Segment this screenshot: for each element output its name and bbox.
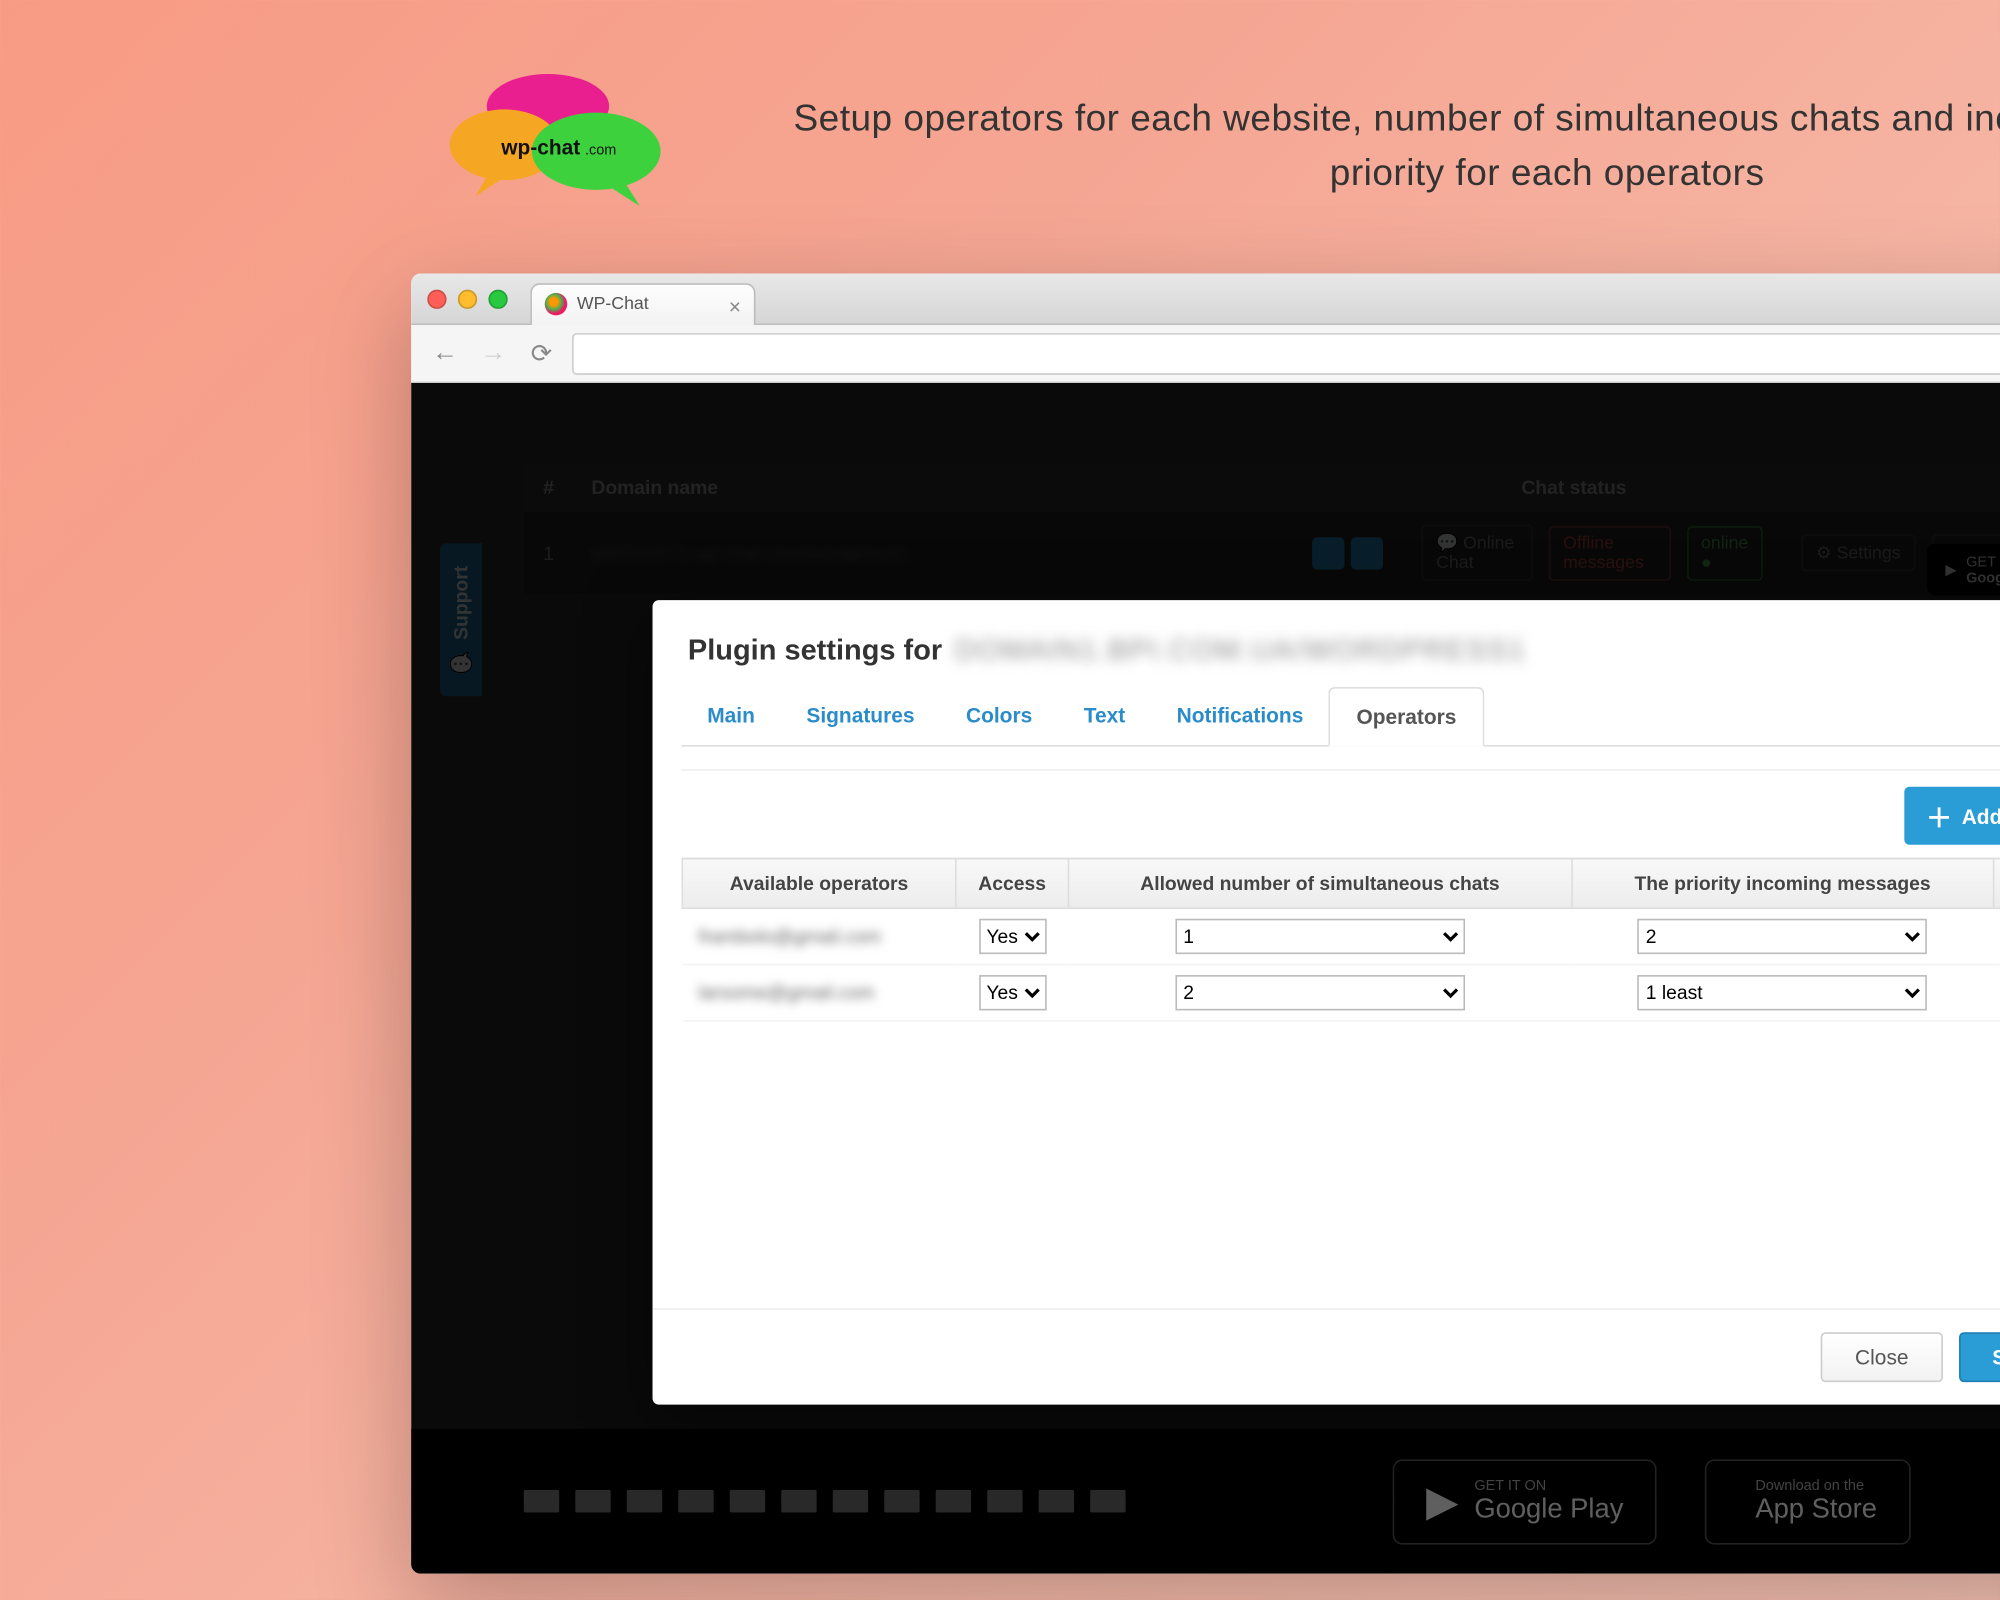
access-select[interactable]: Yes <box>978 975 1046 1010</box>
th-priority: The priority incoming messages <box>1571 858 1993 908</box>
add-user-button[interactable]: ＋ Add user <box>1904 787 2000 845</box>
operator-email: larsome@gmail.com <box>698 981 874 1004</box>
plugin-settings-modal: Plugin settings for DOMAIN1.BPI.COM.UA/W… <box>653 600 2000 1405</box>
wp-chat-logo: wp-chat .com <box>411 64 685 225</box>
th-actions <box>1994 858 2000 908</box>
chats-select[interactable]: 2 <box>1175 975 1465 1010</box>
settings-tabs: Main Signatures Colors Text Notification… <box>681 687 2000 747</box>
logo-text: wp-chat <box>500 136 580 159</box>
browser-window: WP-Chat × ⤢ ← → ⟳ 💬 Support ＋ Add new si… <box>411 274 2000 1574</box>
page-header: wp-chat .com Setup operators for each we… <box>379 64 2000 273</box>
table-row: frambolo@gmail.com Yes 1 2 <box>682 908 2000 964</box>
priority-select[interactable]: 1 least <box>1638 975 1928 1010</box>
tab-title: WP-Chat <box>577 294 649 313</box>
tab-notifications[interactable]: Notifications <box>1151 687 1329 745</box>
table-row: larsome@gmail.com Yes 2 1 least <box>682 965 2000 1021</box>
browser-nav-bar: ← → ⟳ <box>411 325 2000 383</box>
forward-button[interactable]: → <box>476 335 511 370</box>
browser-tab[interactable]: WP-Chat × <box>530 282 755 324</box>
address-bar[interactable] <box>572 332 2000 374</box>
tab-main[interactable]: Main <box>681 687 780 745</box>
svg-text:.com: .com <box>585 142 616 158</box>
tab-signatures[interactable]: Signatures <box>781 687 941 745</box>
reload-button[interactable]: ⟳ <box>524 335 559 370</box>
modal-title-prefix: Plugin settings for <box>688 633 942 667</box>
chats-select[interactable]: 1 <box>1175 919 1465 954</box>
th-operators: Available operators <box>682 858 956 908</box>
access-select[interactable]: Yes <box>978 919 1046 954</box>
tab-operators[interactable]: Operators <box>1329 687 1484 747</box>
close-button[interactable]: Close <box>1821 1332 1942 1382</box>
th-access: Access <box>956 858 1069 908</box>
app-viewport: 💬 Support ＋ Add new site # Domain name C… <box>411 383 2000 1574</box>
save-button[interactable]: Save <box>1958 1332 2000 1382</box>
back-button[interactable]: ← <box>427 335 462 370</box>
tab-text[interactable]: Text <box>1058 687 1151 745</box>
zoom-window-icon[interactable] <box>488 289 507 308</box>
minimize-window-icon[interactable] <box>458 289 477 308</box>
operators-table: Available operators Access Allowed numbe… <box>681 858 2000 1022</box>
th-chats: Allowed number of simultaneous chats <box>1068 858 1571 908</box>
tagline-text: Setup operators for each website, number… <box>749 89 2000 200</box>
modal-footer: Close Save <box>653 1308 2000 1405</box>
close-tab-icon[interactable]: × <box>729 294 741 318</box>
tab-colors[interactable]: Colors <box>940 687 1058 745</box>
browser-tab-bar: WP-Chat × ⤢ <box>411 274 2000 325</box>
plus-icon: ＋ <box>1926 796 1952 835</box>
modal-title-domain: DOMAIN1.BPI.COM.UA/WORDPRESS1 <box>955 633 1526 667</box>
close-window-icon[interactable] <box>427 289 446 308</box>
operator-email: frambolo@gmail.com <box>698 925 881 948</box>
priority-select[interactable]: 2 <box>1638 919 1928 954</box>
window-controls[interactable] <box>427 289 507 308</box>
